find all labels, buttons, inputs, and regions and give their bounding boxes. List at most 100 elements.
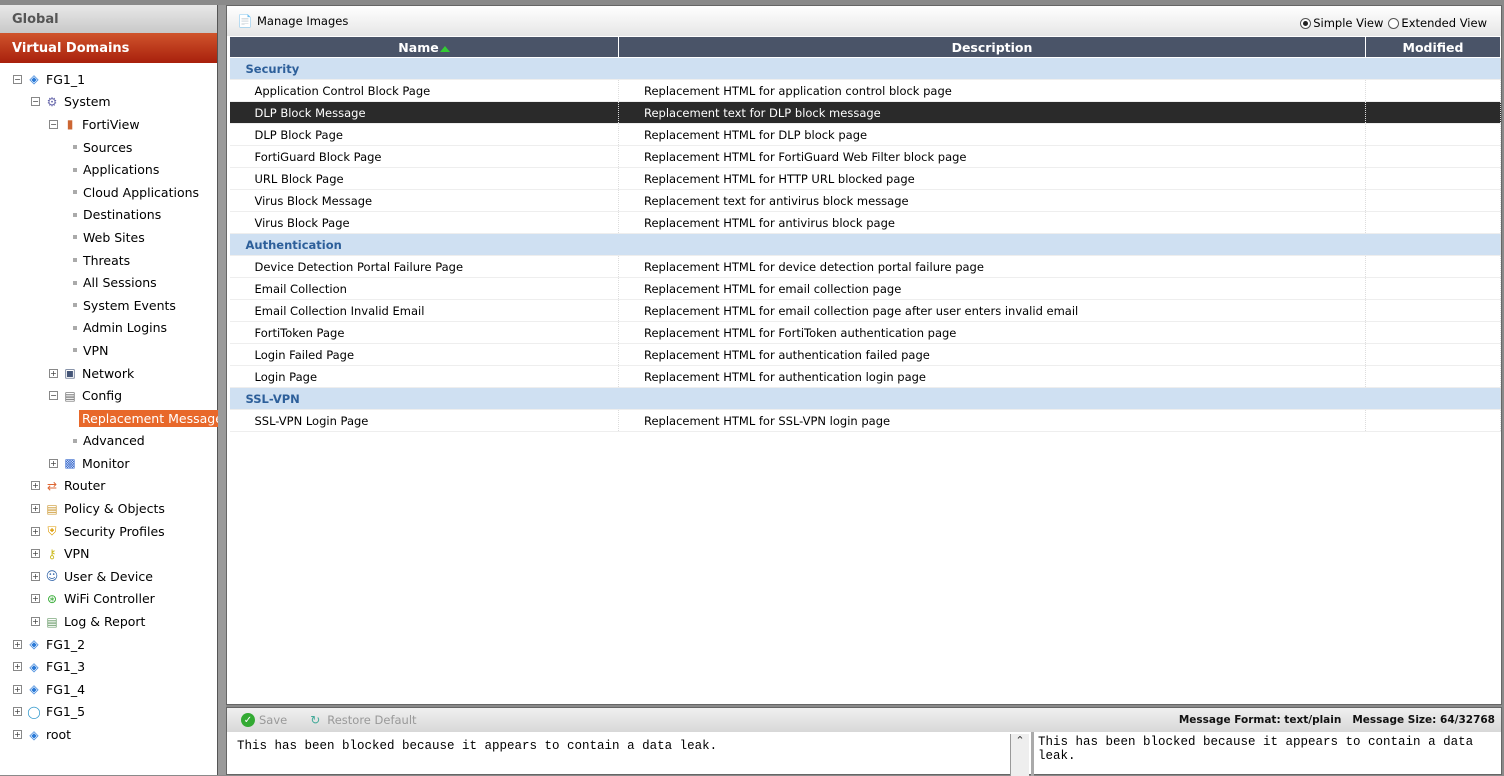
tree-item[interactable]: − ◈ FG1_1 [0, 68, 217, 91]
column-name-label: Name [398, 39, 439, 55]
tree-item[interactable]: Replacement Messages [0, 407, 233, 430]
table-row[interactable]: DLP Block Page Replacement HTML for DLP b… [229, 123, 1501, 146]
expand-icon[interactable]: + [49, 458, 58, 468]
tree-item-label: FG1_3 [46, 659, 86, 675]
cell-description: Replacement HTML for application control… [618, 79, 1366, 102]
tree-item[interactable]: All Sessions [0, 271, 217, 294]
simple-view-label[interactable]: Simple View [1313, 16, 1383, 30]
expand-icon[interactable]: + [13, 684, 22, 694]
cell-name: Virus Block Page [229, 211, 619, 234]
expand-icon[interactable]: + [13, 730, 22, 740]
table-row[interactable]: Login Failed Page Replacement HTML for au… [229, 343, 1501, 366]
virtual-domains-header[interactable]: Virtual Domains [0, 33, 217, 63]
message-text-editor[interactable]: This has been blocked because it appears… [229, 734, 1011, 776]
save-button[interactable]: Save [259, 713, 287, 727]
tree-item[interactable]: + ▩ Monitor [0, 452, 217, 475]
expand-icon[interactable]: + [31, 594, 40, 604]
tree-item[interactable]: Sources [0, 136, 217, 159]
vdom-icon: ◈ [29, 637, 39, 652]
leaf-bullet-icon [73, 212, 77, 217]
bar-chart-icon: ▮ [66, 117, 74, 132]
extended-view-label[interactable]: Extended View [1401, 16, 1487, 30]
tree-item-label: FG1_5 [46, 704, 86, 720]
tree-item[interactable]: Advanced [0, 430, 217, 453]
table-row[interactable]: Login Page Replacement HTML for authentic… [229, 365, 1501, 388]
cell-name: Login Failed Page [229, 343, 619, 366]
tree-item[interactable]: Web Sites [0, 226, 217, 249]
table-row[interactable]: FortiToken Page Replacement HTML for Fort… [229, 321, 1501, 344]
tree-item[interactable]: + ◈ FG1_2 [0, 633, 217, 656]
group-label: SSL-VPN [229, 387, 1501, 410]
column-header-description[interactable]: Description [618, 36, 1366, 58]
expand-icon[interactable]: + [31, 504, 40, 514]
table-row[interactable]: Device Detection Portal Failure Page Repl… [229, 255, 1501, 278]
expand-icon[interactable]: + [31, 481, 40, 491]
table-row[interactable]: DLP Block Message Replacement text for DL… [229, 101, 1501, 124]
tree-item[interactable]: + ▣ Network [0, 362, 217, 385]
collapse-icon[interactable]: − [31, 97, 40, 107]
collapse-icon[interactable]: − [49, 391, 58, 401]
tree-item[interactable]: + ▤ Log & Report [0, 610, 217, 633]
splitter[interactable] [218, 5, 226, 775]
tree-item[interactable]: + ⊛ WiFi Controller [0, 588, 217, 611]
tree-item-label: Policy & Objects [64, 501, 165, 517]
manage-images-button[interactable]: Manage Images [257, 14, 348, 28]
tree-item-label: Admin Logins [83, 320, 168, 336]
tree-item[interactable]: + ⚷ VPN [0, 542, 217, 565]
expand-icon[interactable]: + [13, 662, 22, 672]
extended-view-radio[interactable] [1388, 17, 1400, 29]
cell-modified [1365, 299, 1501, 322]
tree-item[interactable]: − ⚙ System [0, 91, 217, 114]
tree-item[interactable]: + ▤ Policy & Objects [0, 497, 217, 520]
collapse-icon[interactable]: − [13, 74, 22, 84]
tree-item[interactable]: + ⛨ Security Profiles [0, 520, 217, 543]
tree-item[interactable]: Applications [0, 158, 217, 181]
tree-item-label: Sources [83, 139, 133, 155]
tree-item[interactable]: + ⇄ Router [0, 475, 217, 498]
vdom-icon: ◈ [29, 682, 39, 697]
leaf-bullet-icon [73, 258, 77, 263]
table-row[interactable]: Application Control Block Page Replacemen… [229, 79, 1501, 102]
expand-icon[interactable]: + [49, 368, 58, 378]
table-row[interactable]: Email Collection Replacement HTML for ema… [229, 277, 1501, 300]
table-row[interactable]: FortiGuard Block Page Replacement HTML fo… [229, 145, 1501, 168]
tree-item[interactable]: VPN [0, 339, 217, 362]
table-row[interactable]: URL Block Page Replacement HTML for HTTP … [229, 167, 1501, 190]
sidebar: Global Virtual Domains − ◈ FG1_1− ⚙ System − ▮… [0, 5, 233, 775]
collapse-icon[interactable]: − [49, 119, 58, 129]
group-row: Security [229, 57, 1501, 80]
scroll-up-icon[interactable]: ⌃ [1011, 734, 1029, 747]
tree-item[interactable]: + ☺ User & Device [0, 565, 217, 588]
table-row[interactable]: Virus Block Page Replacement HTML for ant… [229, 211, 1501, 234]
tree-item[interactable]: − ▤ Config [0, 384, 217, 407]
global-header[interactable]: Global [0, 5, 217, 33]
tree-item[interactable]: − ▮ FortiView [0, 113, 217, 136]
table-row[interactable]: Email Collection Invalid Email Replacemen… [229, 299, 1501, 322]
expand-icon[interactable]: + [31, 526, 40, 536]
tree-item[interactable]: + ◯ FG1_5 [0, 701, 217, 724]
tree-item[interactable]: Cloud Applications [0, 181, 217, 204]
expand-icon[interactable]: + [13, 639, 22, 649]
cell-name: DLP Block Page [229, 123, 619, 146]
tree-item[interactable]: Admin Logins [0, 317, 217, 340]
tree-item[interactable]: Threats [0, 249, 217, 272]
restore-default-button[interactable]: Restore Default [327, 713, 416, 727]
table-row[interactable]: Virus Block Message Replacement text for … [229, 189, 1501, 212]
tree-item-label: Network [82, 365, 135, 381]
expand-icon[interactable]: + [31, 571, 40, 581]
tree-item[interactable]: + ◈ root [0, 723, 217, 746]
editor-scrollbar[interactable]: ⌃ [1011, 734, 1029, 776]
tree-item[interactable]: Destinations [0, 204, 217, 227]
tree-item[interactable]: + ◈ FG1_4 [0, 678, 217, 701]
table-row[interactable]: SSL-VPN Login Page Replacement HTML for S… [229, 409, 1501, 432]
tree-item[interactable]: + ◈ FG1_3 [0, 655, 217, 678]
expand-icon[interactable]: + [31, 617, 40, 627]
column-header-name[interactable]: Name [229, 36, 619, 58]
simple-view-radio[interactable] [1300, 17, 1312, 29]
tree-item-label: WiFi Controller [64, 591, 155, 607]
column-header-modified[interactable]: Modified [1365, 36, 1501, 58]
tree-item[interactable]: System Events [0, 294, 217, 317]
expand-icon[interactable]: + [31, 549, 40, 559]
expand-icon[interactable]: + [13, 707, 22, 717]
router-icon: ⇄ [46, 478, 58, 493]
